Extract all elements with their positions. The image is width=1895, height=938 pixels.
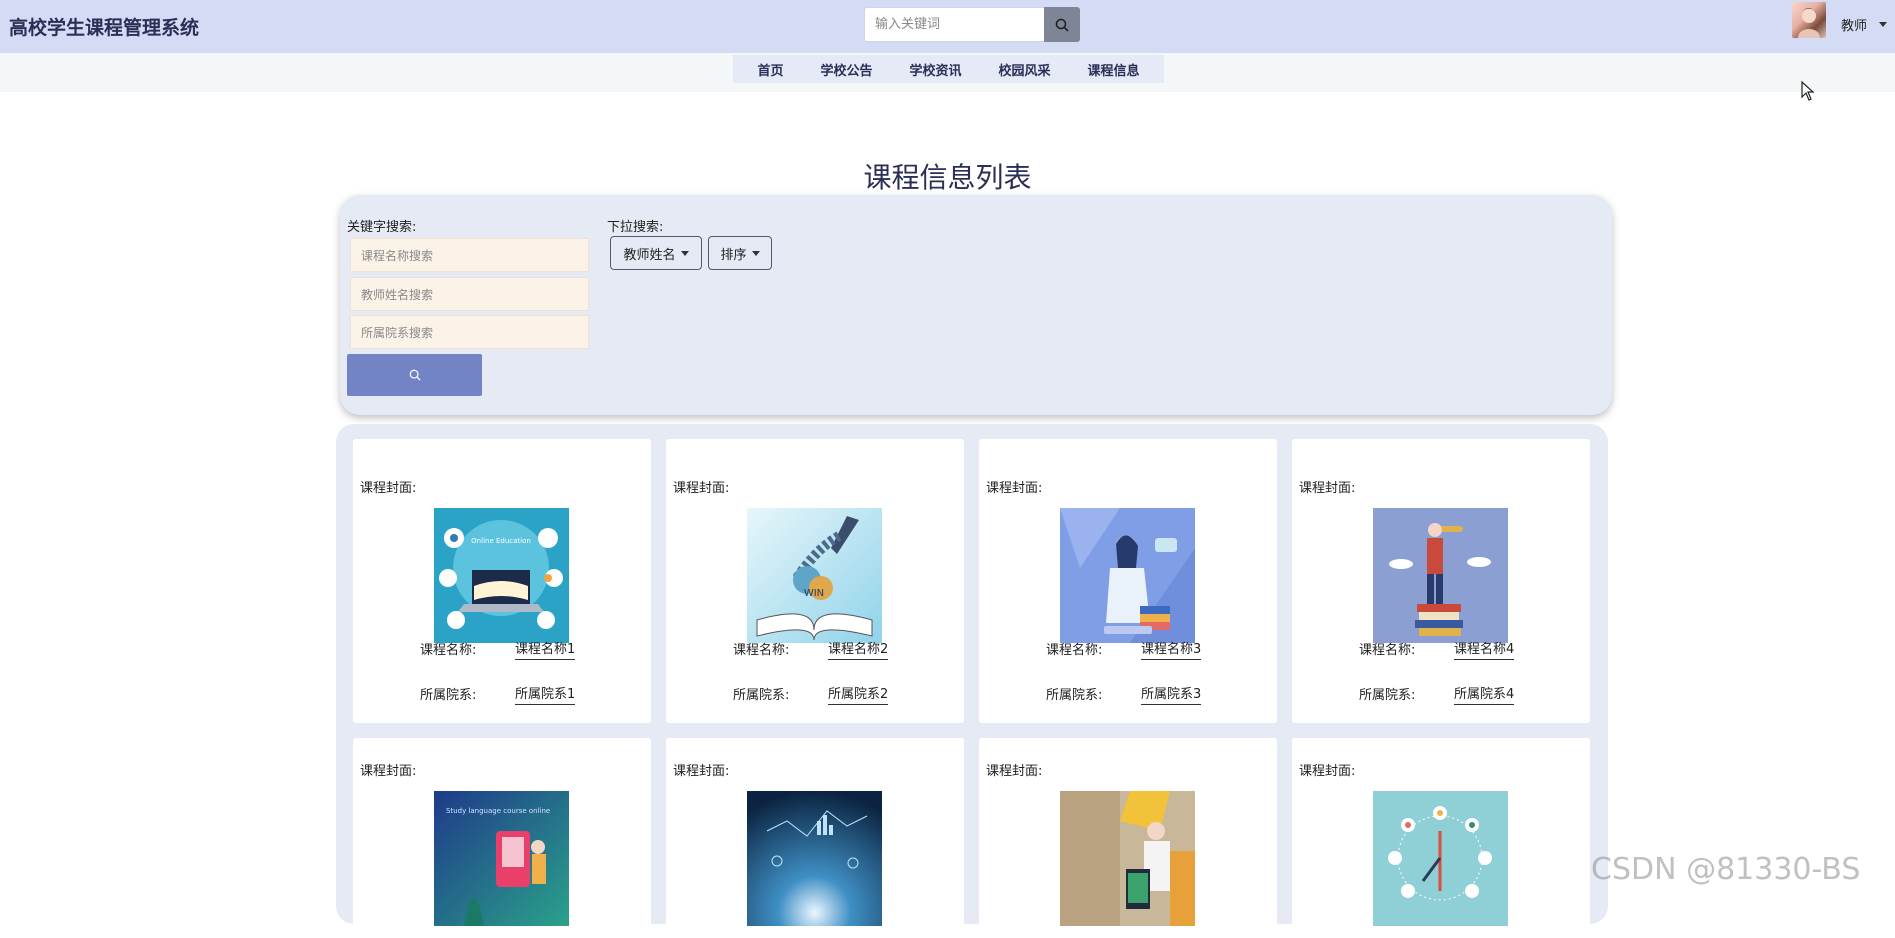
course-cover-image: Online Education (434, 508, 569, 643)
cover-label: 课程封面: (673, 764, 730, 779)
cover-text: Study language course online (446, 807, 550, 815)
cover-label: 课程封面: (360, 764, 417, 779)
department-link[interactable]: 所属院系2 (828, 683, 889, 705)
teacher-name-dropdown-label: 教师姓名 (623, 247, 676, 263)
course-name-label: 课程名称: (1046, 643, 1103, 658)
cover-label: 课程封面: (986, 481, 1043, 496)
nav-item-home[interactable]: 首页 (757, 60, 783, 79)
mouse-cursor-icon (1801, 81, 1815, 101)
department-link[interactable]: 所属院系3 (1141, 683, 1202, 705)
nav-item-courses[interactable]: 课程信息 (1087, 60, 1139, 79)
nav-item-campus[interactable]: 校园风采 (998, 60, 1050, 79)
search-submit-button[interactable] (347, 354, 482, 396)
nav-item-announcements[interactable]: 学校公告 (820, 60, 872, 79)
cover-label: 课程封面: (1299, 481, 1356, 496)
department-label: 所属院系: (1046, 688, 1103, 703)
course-name-link[interactable]: 课程名称2 (828, 638, 889, 660)
course-cover-image (1060, 508, 1195, 643)
cover-label: 课程封面: (986, 764, 1043, 779)
header-search-input[interactable] (864, 7, 1044, 42)
course-name-search-input[interactable]: 课程名称搜索 (350, 238, 589, 272)
chevron-down-icon (680, 250, 689, 256)
teacher-name-search-input[interactable]: 教师姓名搜索 (350, 277, 589, 311)
watermark: CSDN @81330-BS (1591, 852, 1861, 887)
chevron-down-icon (751, 250, 760, 256)
cover-label: 课程封面: (673, 481, 730, 496)
avatar[interactable] (1792, 2, 1826, 38)
nav-bar: 首页 学校公告 学校资讯 校园风采 课程信息 (0, 53, 1895, 92)
department-label: 所属院系: (733, 688, 790, 703)
course-name-label: 课程名称: (420, 643, 477, 658)
sort-dropdown[interactable]: 排序 (708, 236, 772, 270)
course-cover-image (747, 791, 882, 926)
header-search-button[interactable] (1044, 7, 1080, 42)
page-title: 课程信息列表 (863, 161, 1032, 194)
course-card[interactable]: 课程封面: 课程名称: 课程名称3 所属院系: 所属院系3 (979, 439, 1277, 723)
course-name-link[interactable]: 课程名称1 (515, 638, 576, 660)
course-cover-image (1373, 508, 1508, 643)
course-name-label: 课程名称: (1359, 643, 1416, 658)
course-card[interactable]: 课程封面: Study language course online (353, 738, 651, 938)
user-role[interactable]: 教师 (1841, 15, 1867, 34)
course-name-link[interactable]: 课程名称4 (1454, 638, 1515, 660)
course-card[interactable]: 课程封面: Online Education 课程名称: 课程名称1 所属院系:… (353, 439, 651, 723)
course-card[interactable]: 课程封面: 课程名称: 课程名称4 所属院系: 所属院系4 (1292, 439, 1590, 723)
search-icon (409, 369, 421, 381)
app-title: 高校学生课程管理系统 (9, 17, 200, 39)
search-panel: 关键字搜索: 课程名称搜索 教师姓名搜索 所属院系搜索 下拉搜索: 教师姓名 排… (340, 195, 1612, 415)
course-card[interactable]: 课程封面: (1292, 738, 1590, 938)
sort-dropdown-label: 排序 (720, 247, 747, 263)
chevron-down-icon[interactable] (1879, 22, 1887, 27)
course-cover-image (1060, 791, 1195, 926)
header-search (864, 7, 1080, 42)
cover-label: 课程封面: (1299, 764, 1356, 779)
nav-menu: 首页 学校公告 学校资讯 校园风采 课程信息 (733, 55, 1164, 83)
course-card[interactable]: 课程封面: (979, 738, 1277, 938)
course-card[interactable]: 课程封面: WIN 课程名称: 课程名称2 所属院系: 所属院系2 (666, 439, 964, 723)
avatar-image (1798, 8, 1820, 38)
cover-text: Online Education (471, 537, 531, 545)
course-cover-image (1373, 791, 1508, 926)
search-icon (1055, 18, 1069, 32)
top-header: 高校学生课程管理系统 教师 (0, 0, 1895, 53)
dropdown-search-label: 下拉搜索: (607, 220, 664, 235)
course-grid: 课程封面: Online Education 课程名称: 课程名称1 所属院系:… (336, 424, 1608, 938)
course-name-link[interactable]: 课程名称3 (1141, 638, 1202, 660)
department-label: 所属院系: (420, 688, 477, 703)
cover-label: 课程封面: (360, 481, 417, 496)
teacher-name-dropdown[interactable]: 教师姓名 (610, 236, 702, 270)
department-label: 所属院系: (1359, 688, 1416, 703)
nav-item-news[interactable]: 学校资讯 (909, 60, 961, 79)
department-link[interactable]: 所属院系1 (515, 683, 576, 705)
course-card[interactable]: 课程封面: (666, 738, 964, 938)
department-search-input[interactable]: 所属院系搜索 (350, 315, 589, 349)
course-cover-image: Study language course online (434, 791, 569, 926)
keyword-search-label: 关键字搜索: (347, 220, 417, 235)
cover-text: WIN (804, 588, 824, 599)
course-cover-image: WIN (747, 508, 882, 643)
course-name-label: 课程名称: (733, 643, 790, 658)
department-link[interactable]: 所属院系4 (1454, 683, 1515, 705)
